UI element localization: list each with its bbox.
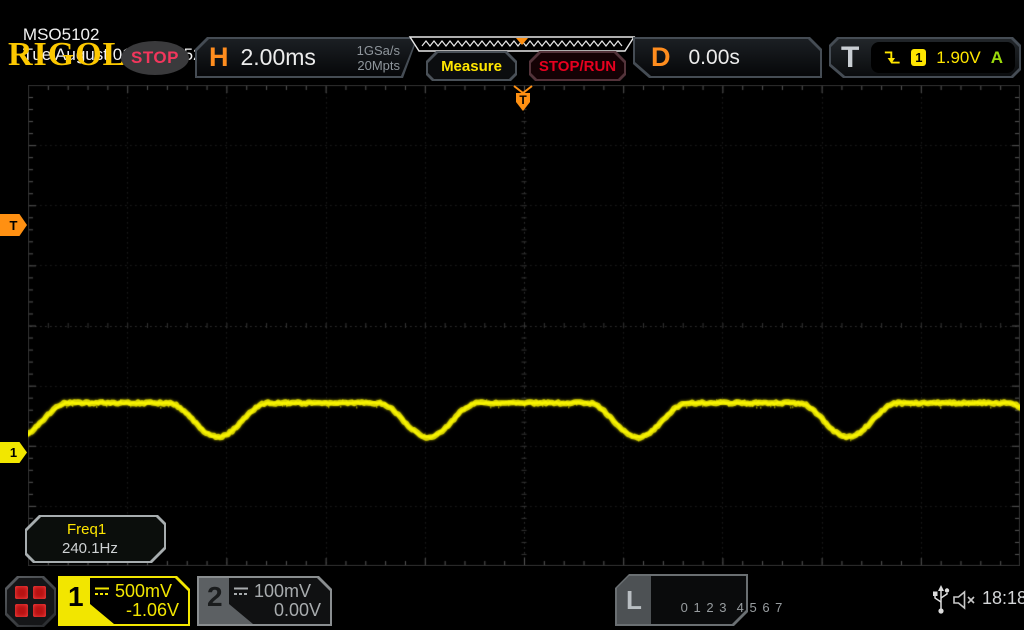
trigger-level-marker[interactable]: T bbox=[0, 214, 27, 236]
ch1-scale: 500mV bbox=[115, 581, 173, 601]
delay-value: 0.00s bbox=[688, 45, 740, 69]
stop-run-button-label: STOP/RUN bbox=[538, 57, 617, 75]
trigger-position-icon[interactable]: T bbox=[513, 85, 533, 112]
delay-label: D bbox=[651, 42, 671, 72]
memory-depth: 20Mpts bbox=[357, 57, 400, 73]
horizontal-label: H bbox=[209, 42, 229, 72]
dc-coupling-icon bbox=[95, 587, 109, 595]
measure-button[interactable]: Measure bbox=[426, 51, 517, 81]
quick-menu-grid-icon bbox=[15, 586, 46, 617]
ch2-scale: 100mV bbox=[254, 581, 312, 601]
svg-text:T: T bbox=[519, 93, 527, 107]
ch2-offset: 0.00V bbox=[273, 600, 321, 620]
trigger-panel[interactable]: T 1 1.90V A bbox=[829, 37, 1021, 78]
oscilloscope-screen: MSO5102 Tue August 01 18:18:52 2023 RIGO… bbox=[0, 0, 1024, 630]
ch1-offset: -1.06V bbox=[125, 600, 179, 620]
stop-badge: STOP bbox=[121, 41, 189, 75]
dc-coupling-icon bbox=[234, 587, 248, 595]
measurement-value: 240.1Hz bbox=[62, 540, 118, 557]
usb-icon bbox=[933, 585, 950, 614]
trigger-level-value: 1.90V bbox=[936, 47, 981, 67]
stop-run-button[interactable]: STOP/RUN bbox=[529, 51, 626, 81]
digital-row1: 0 1 2 3 4 5 6 7 bbox=[680, 600, 784, 615]
ch2-number: 2 bbox=[207, 581, 223, 612]
clock: 18:18 bbox=[982, 588, 1024, 608]
measure-button-label: Measure bbox=[441, 57, 502, 75]
speaker-muted-icon bbox=[953, 590, 975, 610]
trigger-label: T bbox=[841, 40, 860, 74]
channel2-block[interactable]: 2 100mV 0.00V bbox=[197, 576, 332, 626]
channel-source-badge: 1 bbox=[911, 49, 927, 66]
channel1-block[interactable]: 1 500mV -1.06V bbox=[58, 576, 190, 626]
delay-panel[interactable]: D 0.00s bbox=[633, 37, 822, 78]
digital-label: L bbox=[617, 576, 651, 624]
ch1-number: 1 bbox=[68, 581, 84, 612]
measurement-name: Freq1 bbox=[67, 521, 107, 538]
measurement-panel[interactable]: Freq1 240.1Hz bbox=[25, 515, 166, 563]
ch1-level-marker[interactable]: 1 bbox=[0, 442, 27, 463]
horizontal-panel[interactable]: H 2.00ms 1GSa/s 20Mpts bbox=[195, 37, 418, 78]
sample-rate: 1GSa/s bbox=[356, 42, 400, 58]
trigger-sweep-mode: A bbox=[990, 47, 1003, 67]
digital-channels-block[interactable]: L 0 1 2 3 4 5 6 7 8 9 10 11 12 13 14 15 bbox=[615, 574, 782, 626]
scope-canvas[interactable] bbox=[28, 85, 1020, 566]
quick-menu-button[interactable] bbox=[5, 576, 56, 627]
timebase-value: 2.00ms bbox=[240, 44, 316, 70]
rigol-logo: RIGOL bbox=[8, 36, 127, 73]
falling-edge-icon bbox=[884, 51, 900, 64]
